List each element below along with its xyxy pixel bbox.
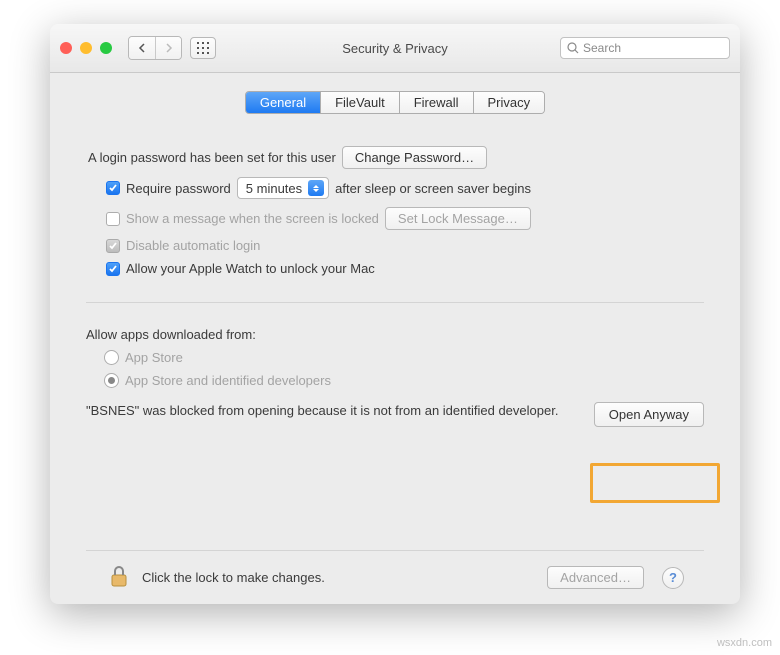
radio-identified-developers[interactable]: [104, 373, 119, 388]
help-button[interactable]: ?: [662, 567, 684, 589]
tab-filevault[interactable]: FileVault: [320, 92, 399, 113]
zoom-icon[interactable]: [100, 42, 112, 54]
preferences-window: Security & Privacy Search General FileVa…: [50, 24, 740, 604]
nav-buttons: [128, 36, 182, 60]
radio-app-store-label: App Store: [125, 350, 183, 365]
back-button[interactable]: [129, 37, 155, 59]
tab-privacy[interactable]: Privacy: [473, 92, 545, 113]
show-message-label: Show a message when the screen is locked: [126, 211, 379, 226]
search-input[interactable]: Search: [560, 37, 730, 59]
tab-general[interactable]: General: [246, 92, 320, 113]
lock-hint-text: Click the lock to make changes.: [142, 570, 325, 585]
require-password-label: Require password: [126, 181, 231, 196]
disable-auto-login-checkbox[interactable]: [106, 239, 120, 253]
apple-watch-checkbox[interactable]: [106, 262, 120, 276]
show-all-button[interactable]: [190, 37, 216, 59]
close-icon[interactable]: [60, 42, 72, 54]
forward-button[interactable]: [155, 37, 181, 59]
titlebar: Security & Privacy Search: [50, 24, 740, 73]
allow-heading: Allow apps downloaded from:: [86, 327, 256, 342]
annotation-highlight: [590, 463, 720, 503]
disable-auto-login-label: Disable automatic login: [126, 238, 260, 253]
blocked-app-message: "BSNES" was blocked from opening because…: [86, 402, 574, 420]
delay-select[interactable]: 5 minutes: [237, 177, 329, 199]
login-password-section: A login password has been set for this u…: [86, 138, 704, 284]
allow-apps-section: Allow apps downloaded from: App Store Ap…: [86, 319, 704, 427]
pane-body: General FileVault Firewall Privacy A log…: [50, 73, 740, 604]
login-set-text: A login password has been set for this u…: [88, 150, 336, 165]
chevron-updown-icon: [308, 180, 324, 196]
lock-icon[interactable]: [106, 563, 132, 592]
divider: [86, 302, 704, 303]
search-placeholder: Search: [583, 41, 621, 55]
window-controls: [60, 42, 112, 54]
set-lock-message-button[interactable]: Set Lock Message…: [385, 207, 531, 230]
search-icon: [567, 42, 579, 54]
change-password-button[interactable]: Change Password…: [342, 146, 487, 169]
radio-identified-developers-label: App Store and identified developers: [125, 373, 331, 388]
open-anyway-button[interactable]: Open Anyway: [594, 402, 704, 427]
tab-firewall[interactable]: Firewall: [399, 92, 473, 113]
footer: Click the lock to make changes. Advanced…: [86, 550, 704, 604]
advanced-button[interactable]: Advanced…: [547, 566, 644, 589]
minimize-icon[interactable]: [80, 42, 92, 54]
watermark: wsxdn.com: [717, 637, 772, 649]
after-sleep-label: after sleep or screen saver begins: [335, 181, 531, 196]
tab-bar: General FileVault Firewall Privacy: [86, 91, 704, 114]
show-message-checkbox[interactable]: [106, 212, 120, 226]
radio-app-store[interactable]: [104, 350, 119, 365]
require-password-checkbox[interactable]: [106, 181, 120, 195]
apple-watch-label: Allow your Apple Watch to unlock your Ma…: [126, 261, 375, 276]
